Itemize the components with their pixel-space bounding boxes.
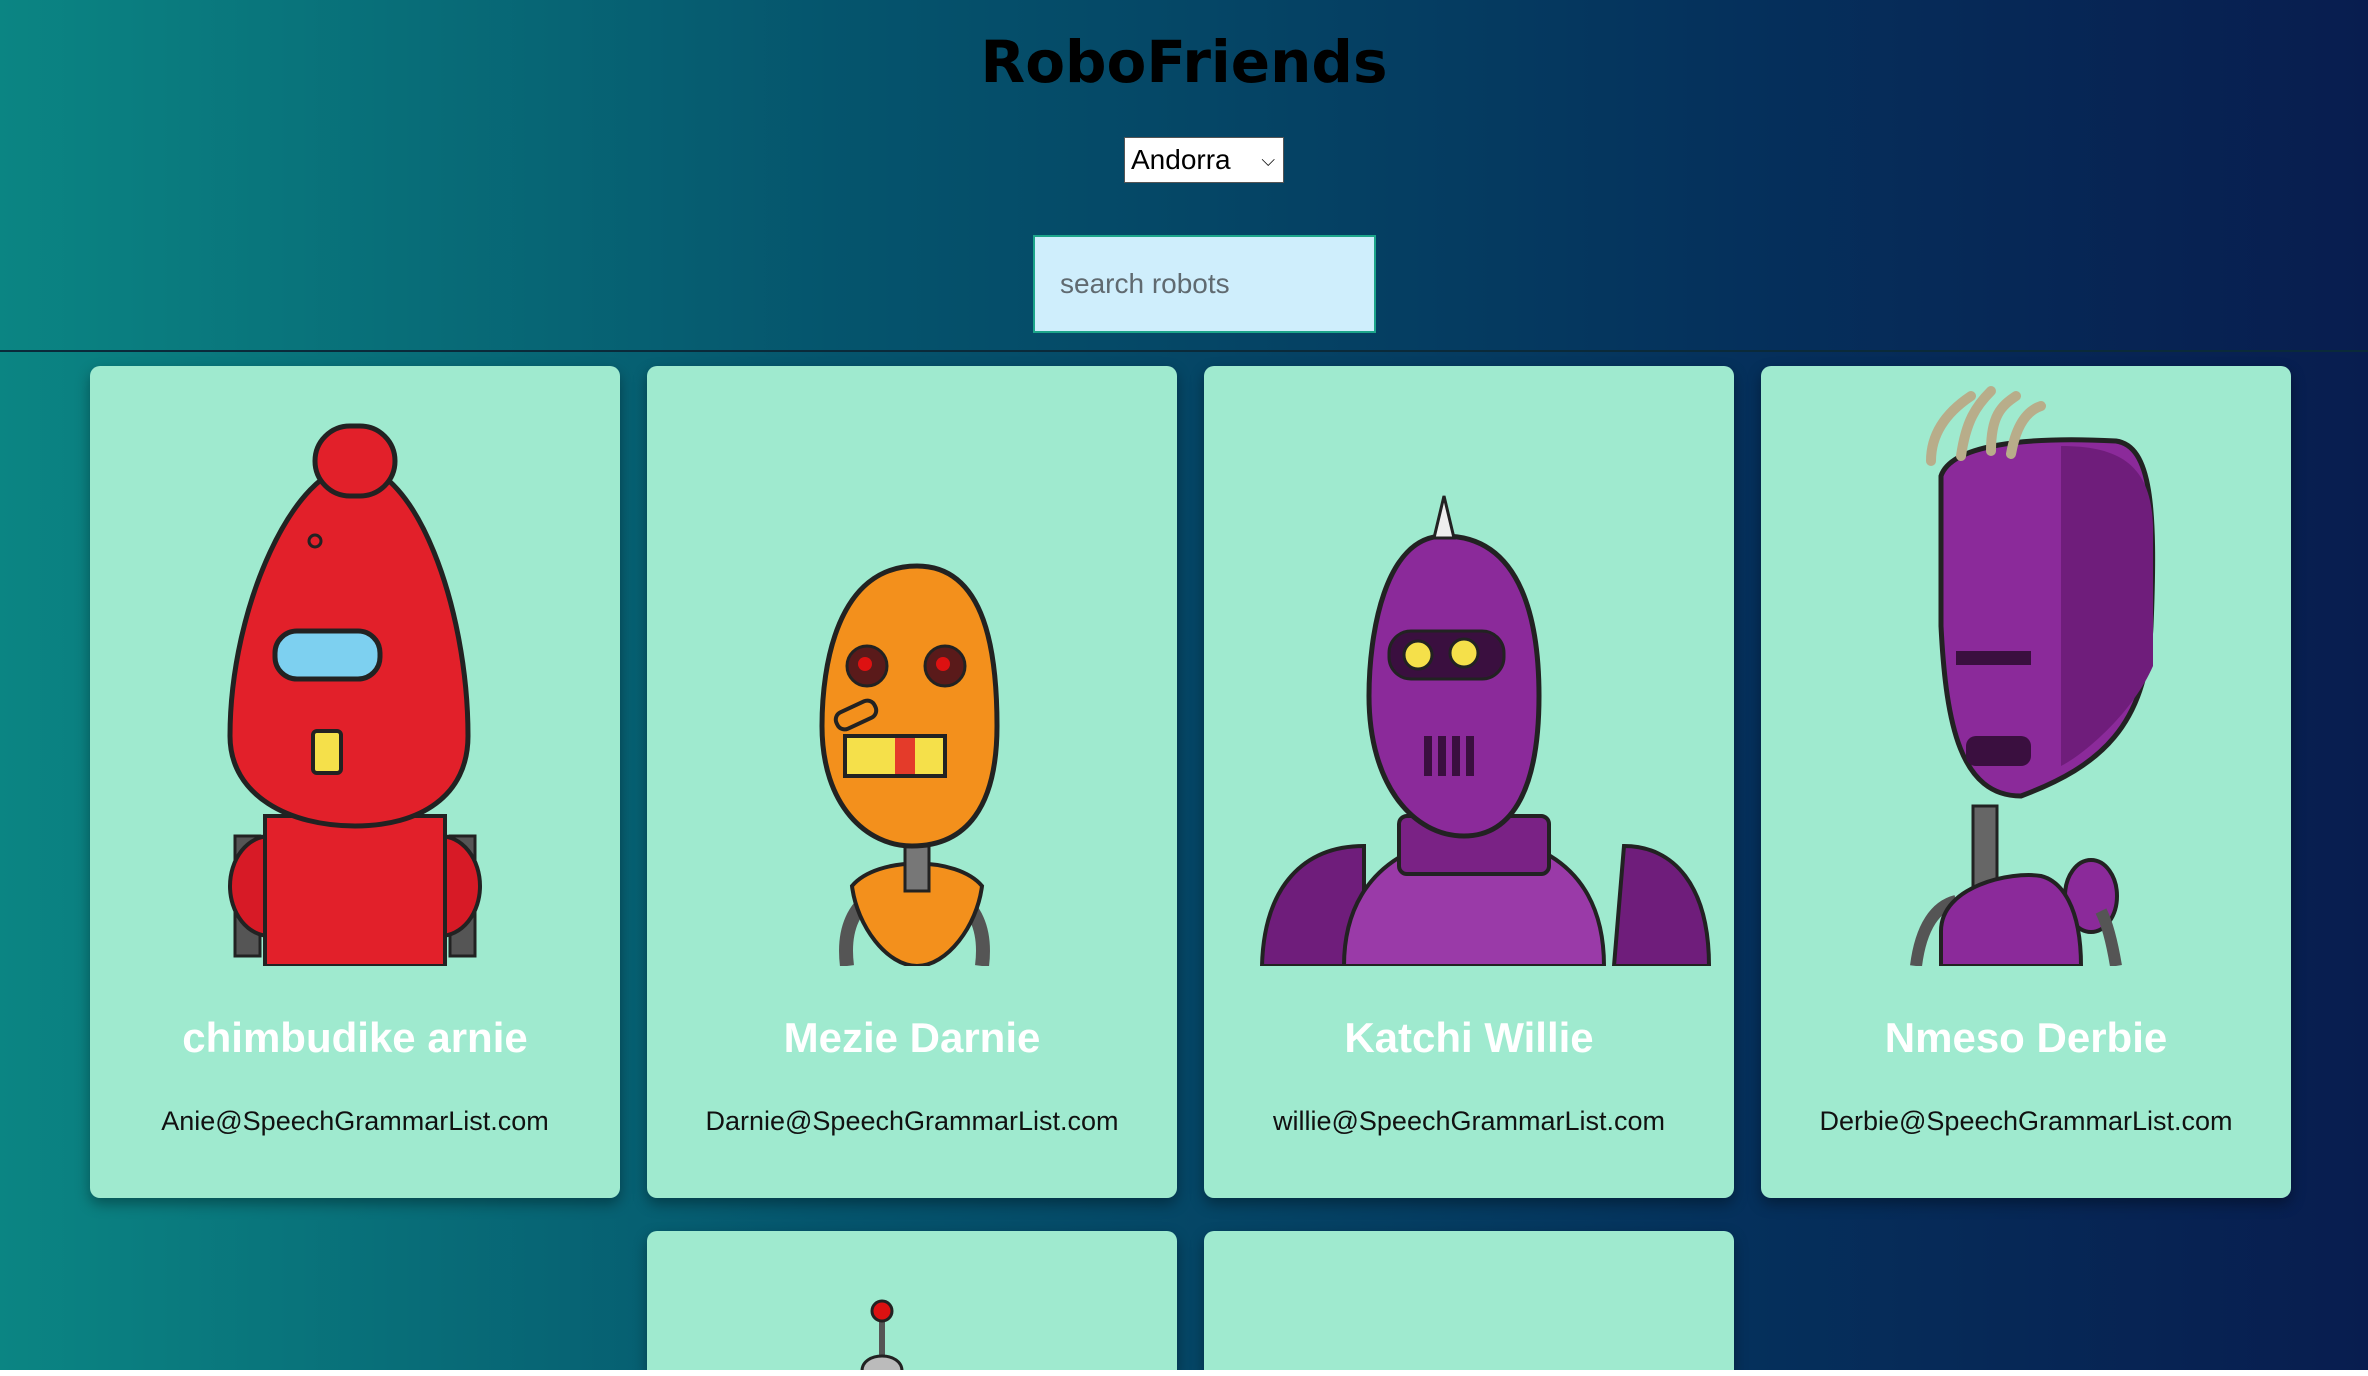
country-select[interactable]: Andorra ⌵	[1124, 137, 1284, 183]
purple-robot-icon	[1910, 386, 2156, 966]
robot-card[interactable]: Katchi Willie willie@SpeechGrammarList.c…	[1204, 366, 1734, 1198]
search-input[interactable]: search robots	[1033, 235, 1376, 333]
robot-card[interactable]: Mezie Darnie Darnie@SpeechGrammarList.co…	[647, 366, 1177, 1198]
robot-antenna-icon	[860, 1299, 904, 1371]
search-placeholder: search robots	[1060, 268, 1230, 299]
robot-card[interactable]	[1204, 1231, 1734, 1371]
robot-card[interactable]: chimbudike arnie Anie@SpeechGrammarList.…	[90, 366, 620, 1198]
robot-email: willie@SpeechGrammarList.com	[1272, 1106, 1665, 1136]
page-bottom-edge	[0, 1370, 2368, 1376]
chevron-down-icon: ⌵	[1261, 150, 1275, 170]
robot-card[interactable]: Nmeso Derbie Derbie@SpeechGrammarList.co…	[1761, 366, 2291, 1198]
robot-email: Darnie@SpeechGrammarList.com	[705, 1106, 1119, 1136]
page-title: RoboFriends	[980, 28, 1388, 96]
robot-name: Mezie Darnie	[783, 1014, 1041, 1061]
country-select-value: Andorra	[1131, 144, 1231, 175]
robot-email: Derbie@SpeechGrammarList.com	[1819, 1106, 2233, 1136]
robot-email: Anie@SpeechGrammarList.com	[161, 1106, 549, 1136]
robot-card[interactable]	[647, 1231, 1177, 1371]
robot-name: Katchi Willie	[1344, 1014, 1594, 1061]
robot-name: chimbudike arnie	[182, 1014, 528, 1061]
orange-robot-icon	[819, 563, 1000, 966]
header: RoboFriends Andorra ⌵ search robots	[0, 0, 2368, 352]
purple-robot-icon	[1259, 495, 1712, 966]
robot-name: Nmeso Derbie	[1884, 1014, 2168, 1061]
red-robot-icon	[227, 423, 482, 966]
